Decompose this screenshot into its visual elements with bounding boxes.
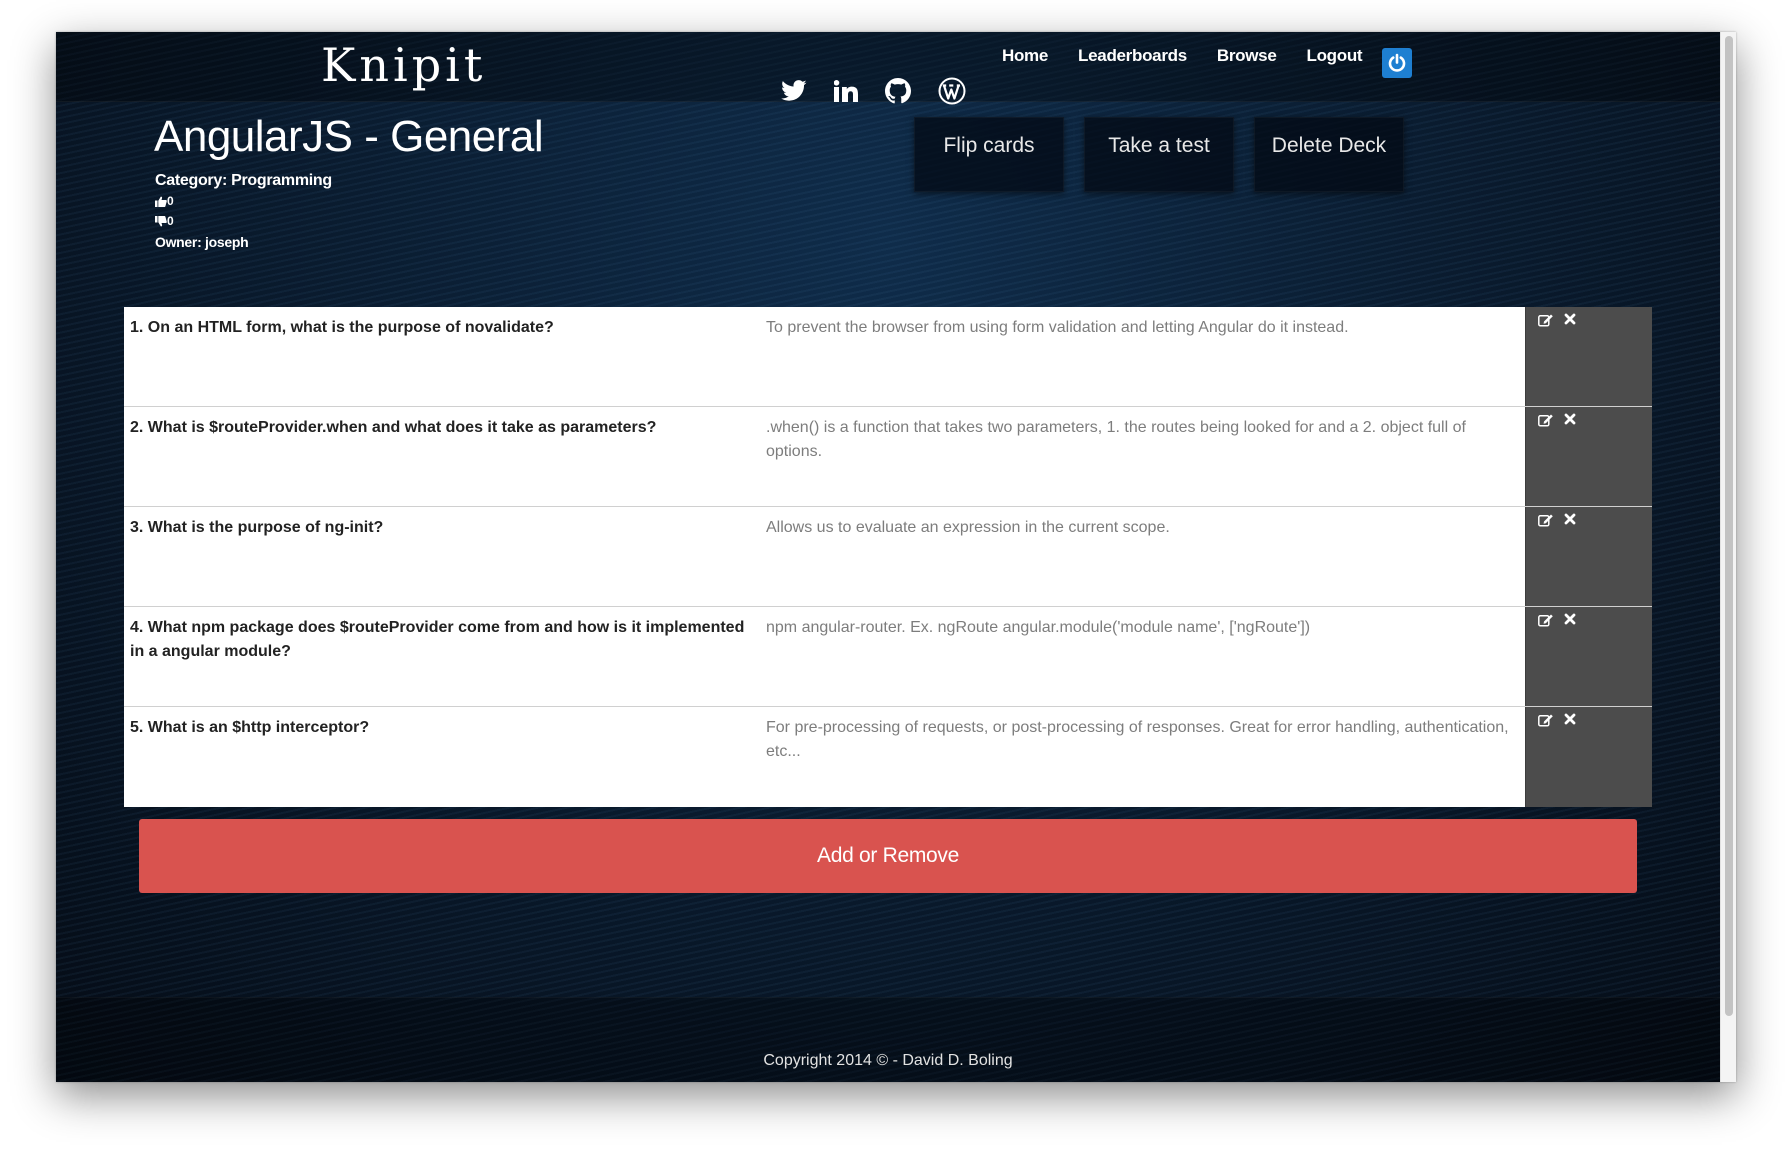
card-answer: Allows us to evaluate an expression in t… — [766, 519, 1170, 536]
social-links — [781, 77, 993, 105]
table-row: 3. What is the purpose of ng-init? Allow… — [124, 507, 1652, 607]
card-controls — [1525, 707, 1652, 807]
nav-leaderboards[interactable]: Leaderboards — [1078, 46, 1187, 66]
nav-home[interactable]: Home — [1002, 46, 1048, 66]
deck-title: AngularJS - General — [154, 112, 544, 161]
thumbs-down-icon — [155, 215, 167, 226]
delete-icon[interactable] — [1564, 513, 1576, 525]
github-icon[interactable] — [885, 78, 911, 104]
nav-links: Home Leaderboards Browse Logout — [1002, 46, 1392, 66]
card-question: 5. What is an $http interceptor? — [130, 719, 370, 736]
thumbs-up-icon — [155, 196, 167, 207]
take-test-button[interactable]: Take a test — [1084, 117, 1234, 192]
table-row: 2. What is $routeProvider.when and what … — [124, 407, 1652, 507]
card-answer: For pre-processing of requests, or post-… — [766, 719, 1509, 760]
table-row: 1. On an HTML form, what is the purpose … — [124, 307, 1652, 407]
browser-window: Knipit Home Leaderboards Browse Logout A… — [56, 32, 1736, 1082]
card-controls — [1525, 307, 1652, 406]
brand-logo[interactable]: Knipit — [321, 38, 486, 92]
table-row: 4. What npm package does $routeProvider … — [124, 607, 1652, 707]
card-question: 1. On an HTML form, what is the purpose … — [130, 319, 554, 336]
card-answer: .when() is a function that takes two par… — [766, 419, 1466, 460]
delete-icon[interactable] — [1564, 713, 1576, 725]
twitter-icon[interactable] — [781, 80, 807, 102]
power-icon — [1388, 53, 1406, 72]
scrollbar-thumb[interactable] — [1725, 36, 1733, 1016]
card-controls — [1525, 407, 1652, 506]
deck-actions: Flip cards Take a test Delete Deck — [914, 117, 1424, 192]
delete-deck-button[interactable]: Delete Deck — [1254, 117, 1404, 192]
card-controls — [1525, 507, 1652, 606]
page-viewport: Knipit Home Leaderboards Browse Logout A… — [56, 32, 1720, 1082]
card-question: 3. What is the purpose of ng-init? — [130, 519, 384, 536]
wordpress-icon[interactable] — [938, 77, 966, 105]
card-answer: To prevent the browser from using form v… — [766, 319, 1349, 336]
scrollbar[interactable] — [1720, 32, 1736, 1082]
card-question: 2. What is $routeProvider.when and what … — [130, 419, 657, 436]
downvote-count: 0 — [167, 214, 174, 228]
delete-icon[interactable] — [1564, 413, 1576, 425]
copyright-text: Copyright 2014 © - David D. Boling — [763, 1052, 1013, 1069]
deck-owner: Owner: joseph — [155, 234, 249, 250]
deck-category: Category: Programming — [155, 172, 332, 189]
edit-icon[interactable] — [1538, 713, 1554, 727]
table-row: 5. What is an $http interceptor? For pre… — [124, 707, 1652, 807]
edit-icon[interactable] — [1538, 613, 1554, 627]
add-or-remove-button[interactable]: Add or Remove — [139, 819, 1637, 893]
card-answer: npm angular-router. Ex. ngRoute angular.… — [766, 619, 1311, 636]
delete-icon[interactable] — [1564, 613, 1576, 625]
upvote-count: 0 — [167, 194, 174, 208]
linkedin-icon[interactable] — [834, 80, 858, 102]
cards-table: 1. On an HTML form, what is the purpose … — [124, 307, 1652, 807]
nav-logout[interactable]: Logout — [1306, 46, 1362, 66]
card-question: 4. What npm package does $routeProvider … — [130, 619, 745, 660]
power-button[interactable] — [1382, 48, 1412, 78]
nav-browse[interactable]: Browse — [1217, 46, 1277, 66]
upvote[interactable]: 0 — [155, 194, 174, 208]
delete-icon[interactable] — [1564, 313, 1576, 325]
downvote[interactable]: 0 — [155, 214, 174, 228]
card-controls — [1525, 607, 1652, 706]
edit-icon[interactable] — [1538, 313, 1554, 327]
edit-icon[interactable] — [1538, 513, 1554, 527]
edit-icon[interactable] — [1538, 413, 1554, 427]
flip-cards-button[interactable]: Flip cards — [914, 117, 1064, 192]
